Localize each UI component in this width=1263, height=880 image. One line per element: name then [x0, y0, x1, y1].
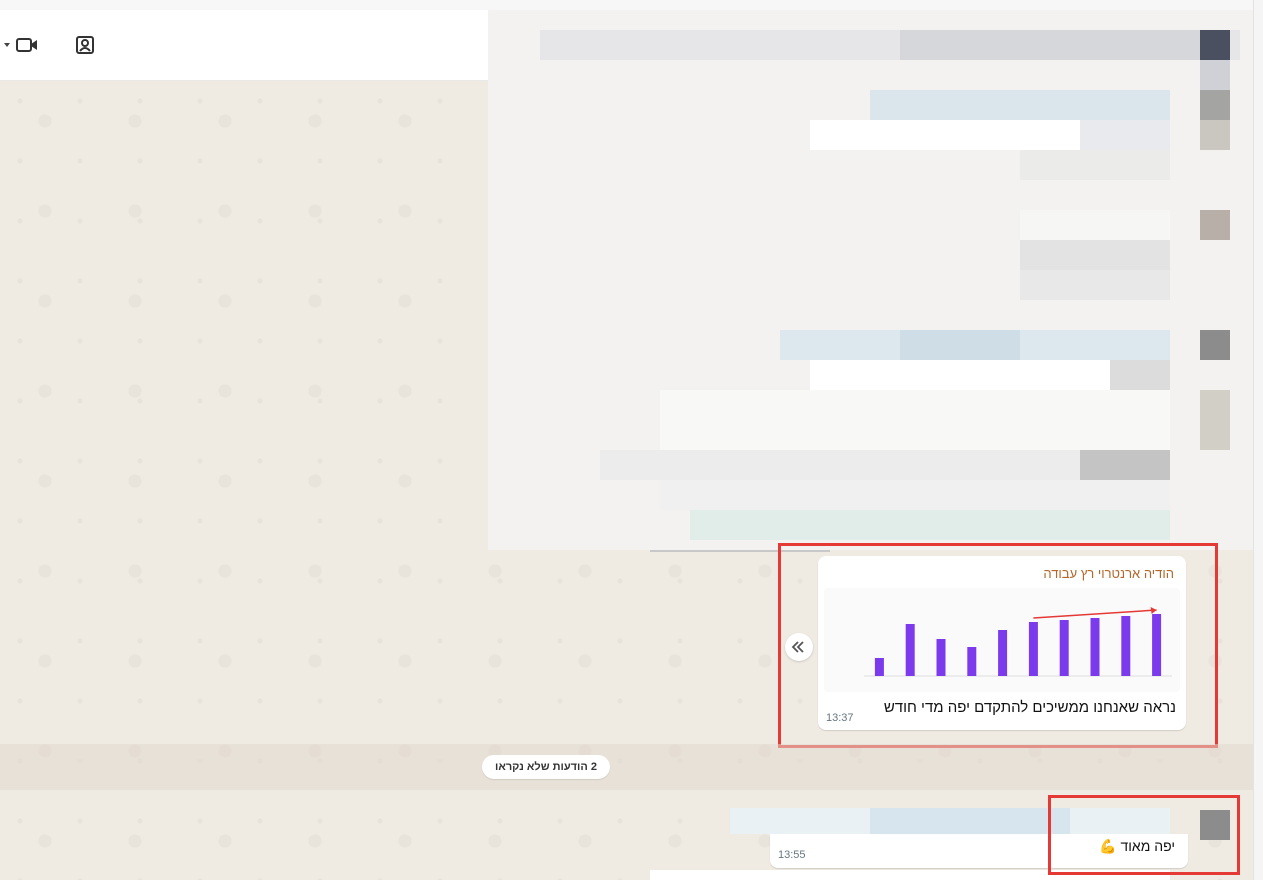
unread-divider [0, 744, 1253, 790]
unread-count-badge: 2 הודעות שלא נקראו [482, 755, 610, 779]
highlight-box-chart [778, 543, 1218, 748]
pixelated-sender-name-accent [870, 808, 1070, 834]
scrollbar[interactable] [1253, 0, 1263, 880]
highlight-box-reply [1048, 795, 1240, 875]
contact-card-icon[interactable] [72, 32, 98, 58]
chat-header [0, 10, 500, 81]
message-time: 13:55 [778, 849, 806, 861]
video-call-icon[interactable] [14, 32, 40, 58]
